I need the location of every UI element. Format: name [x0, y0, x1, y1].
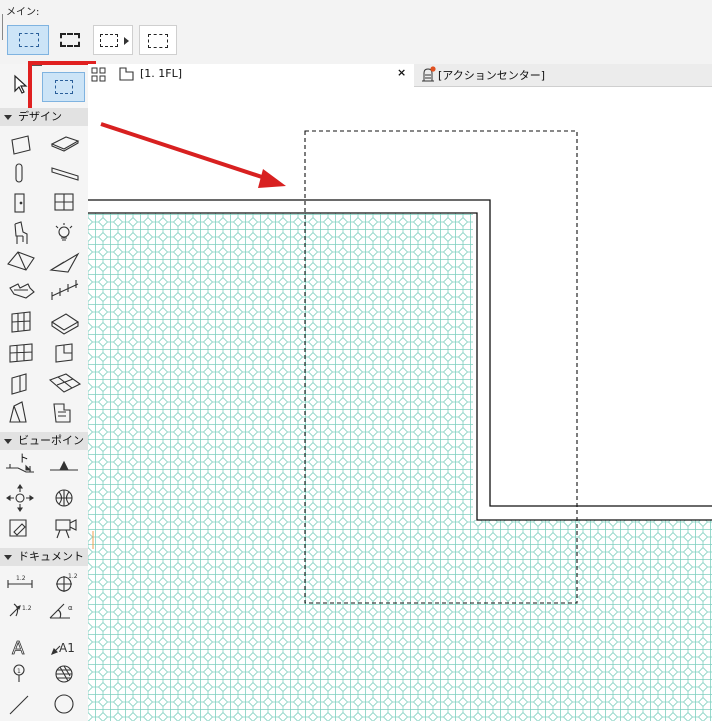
toolbar-grip[interactable] [2, 14, 3, 40]
viewpoint-tools-grid [6, 460, 78, 539]
svg-text:1.2: 1.2 [68, 573, 78, 580]
svg-text:1.2: 1.2 [16, 575, 26, 582]
mesh-tool-icon[interactable] [48, 373, 82, 393]
tab-close-button[interactable]: × [397, 66, 406, 79]
camera-tool-icon[interactable] [55, 519, 77, 539]
angle-dimension-icon[interactable]: α [49, 603, 73, 619]
collapse-triangle-icon [4, 555, 12, 560]
text-tool-icon[interactable]: A [12, 638, 26, 660]
column-tool-icon[interactable] [15, 163, 23, 183]
object-chair-icon[interactable] [14, 221, 28, 244]
section-header-document[interactable]: ドキュメント [0, 548, 88, 566]
marquee-shape-dropdown[interactable] [93, 25, 133, 55]
panel-tool-icon[interactable] [11, 373, 27, 395]
line-tool-icon[interactable] [9, 695, 29, 715]
lamp-tool-icon[interactable] [55, 223, 73, 241]
tab-floorplan-label: [1. 1FL] [140, 67, 183, 80]
svg-text:α: α [68, 604, 73, 612]
label-tool-icon[interactable]: A1 [51, 641, 75, 655]
level-dimension-icon[interactable]: 1.2 [56, 573, 78, 592]
zone-tool-icon[interactable] [9, 401, 27, 423]
grid-view-icon[interactable] [91, 67, 107, 83]
document-tools-grid: 1.2 1.2 1.2 α A A1 1 [7, 573, 78, 715]
toolbar-title: メイン: [6, 7, 40, 18]
elevation-tool-icon[interactable] [50, 460, 78, 471]
slab-tool-icon[interactable] [50, 136, 80, 152]
design-tools-grid [7, 135, 82, 423]
floorplan-drawing [88, 130, 712, 721]
action-center-icon [422, 66, 436, 82]
section-header-viewpoint[interactable]: ビューポイント [0, 432, 88, 465]
slab-hatch-fill [88, 213, 712, 721]
svg-text:A1: A1 [59, 641, 75, 655]
marquee-dropdown-icon [100, 34, 118, 47]
beam-tool-icon[interactable] [51, 167, 79, 181]
marker-tool-icon[interactable]: 1 [13, 664, 25, 682]
detail-tool-icon[interactable] [6, 484, 34, 512]
interior-elevation-icon[interactable] [9, 519, 27, 537]
collapse-triangle-icon [4, 439, 12, 444]
marquee-3d-icon [148, 34, 168, 48]
morph-tool-icon[interactable] [50, 313, 80, 335]
wall-tool-icon[interactable] [11, 135, 31, 155]
window-tool-icon[interactable] [54, 193, 74, 211]
marquee-rect-icon [19, 33, 39, 47]
object-library-icon[interactable] [53, 403, 71, 423]
curtain-wall-tool-icon[interactable] [11, 311, 31, 333]
main-toolbar: メイン: [0, 0, 712, 65]
grid-element-tool-icon[interactable] [9, 343, 33, 363]
marquee-single-floor-button[interactable] [7, 25, 49, 55]
railing-tool-icon[interactable] [51, 280, 79, 300]
svg-text:1.2: 1.2 [22, 605, 32, 612]
tutorial-highlight-box [28, 61, 96, 112]
marquee-all-floors-button[interactable] [53, 25, 87, 55]
svg-text:1: 1 [17, 668, 21, 675]
worksheet-tool-icon[interactable] [55, 489, 73, 507]
marquee-3d-button[interactable] [139, 25, 177, 55]
dimension-tool-icon[interactable]: 1.2 [7, 575, 33, 588]
section-header-design[interactable]: デザイン [0, 108, 88, 126]
circle-tool-icon[interactable] [54, 694, 74, 714]
marquee-rect-bold-icon [60, 33, 80, 47]
tab-floorplan[interactable] [88, 64, 414, 87]
tab-action-center-label: [アクションセンター] [438, 69, 546, 82]
collapse-triangle-icon [4, 115, 12, 120]
shell-tool-icon[interactable] [49, 252, 80, 273]
door-tool-icon[interactable] [14, 193, 25, 213]
fill-tool-icon[interactable] [55, 665, 73, 683]
roof-tool-icon[interactable] [7, 251, 35, 271]
floorplan-icon [119, 67, 134, 81]
drawing-canvas[interactable] [88, 87, 712, 721]
chevron-right-icon [124, 37, 129, 45]
radial-dimension-icon[interactable]: 1.2 [9, 603, 32, 617]
stair-tool-icon[interactable] [9, 283, 35, 299]
section-tool-icon[interactable] [6, 464, 34, 473]
wall-end-tool-icon[interactable] [55, 343, 73, 363]
arrow-select-icon[interactable] [10, 74, 30, 96]
svg-text:A: A [12, 638, 25, 659]
